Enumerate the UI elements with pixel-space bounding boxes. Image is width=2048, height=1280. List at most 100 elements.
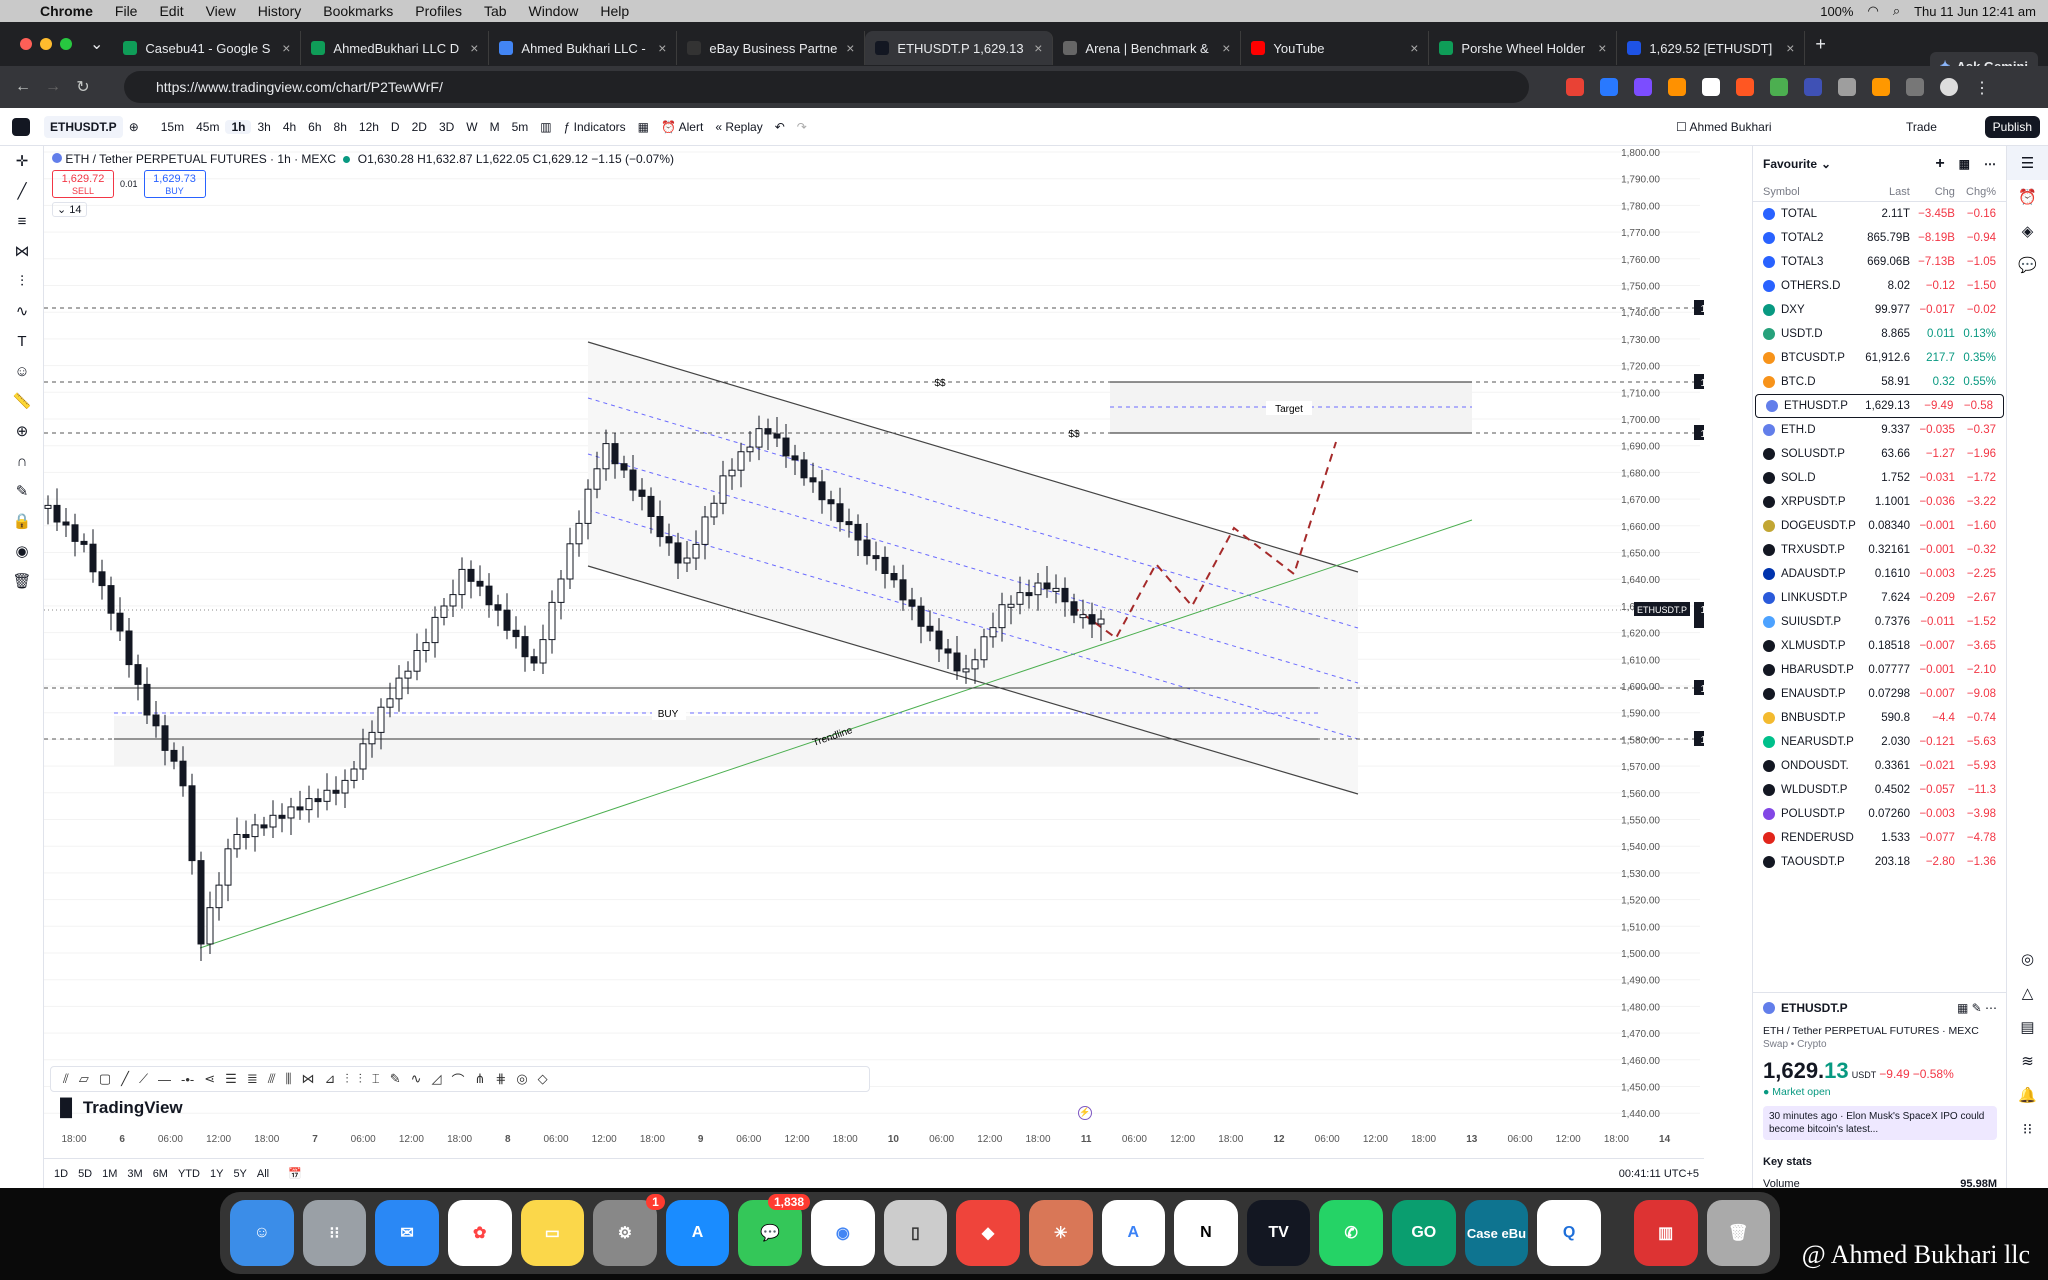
date-range-icon[interactable]: 📅 <box>283 1167 307 1180</box>
close-tab-icon[interactable]: × <box>1786 40 1794 56</box>
drawing-tool-icon[interactable]: ⫼ <box>285 1071 291 1087</box>
watchlist-row[interactable]: NEARUSDT.P 2.030 −0.121 −5.63 <box>1753 730 2006 754</box>
puzzle-icon[interactable] <box>1906 78 1924 96</box>
watchlist-row[interactable]: USDT.D 8.865 0.011 0.13% <box>1753 322 2006 346</box>
range-5D[interactable]: 5D <box>73 1168 97 1180</box>
forward-icon[interactable]: → <box>38 78 68 96</box>
layouts-icon[interactable]: ▦ <box>632 120 655 134</box>
iphone-mirroring-icon[interactable]: ▯ <box>883 1200 948 1266</box>
range-1D[interactable]: 1D <box>49 1168 73 1180</box>
range-YTD[interactable]: YTD <box>173 1168 205 1180</box>
whatsapp-icon[interactable]: ✆ <box>1319 1200 1383 1266</box>
range-1M[interactable]: 1M <box>97 1168 122 1180</box>
drawing-tool-icon[interactable]: ╱ <box>121 1071 129 1087</box>
tv-logo-icon[interactable] <box>12 118 30 136</box>
pattern-tool-icon[interactable]: ⋈ <box>0 236 44 266</box>
browser-tab[interactable]: Porshe Wheel Holder × <box>1429 31 1618 65</box>
browser-tab[interactable]: Casebu41 - Google S × <box>113 31 302 65</box>
browser-tab[interactable]: ETHUSDT.P 1,629.13 × <box>865 31 1054 65</box>
drawing-tool-icon[interactable]: ⋔ <box>475 1071 486 1087</box>
trade-button[interactable]: Trade <box>1900 120 1943 134</box>
alerts-icon[interactable]: ⏰ <box>2007 180 2048 214</box>
claude-icon[interactable]: ✳ <box>1028 1200 1093 1266</box>
drawing-tool-icon[interactable]: ⫽ <box>63 1071 69 1087</box>
interval-45m[interactable]: 45m <box>190 120 225 134</box>
drawing-tool-icon[interactable]: ◎ <box>516 1071 527 1087</box>
extension-icon[interactable] <box>1872 78 1890 96</box>
browser-tab[interactable]: Arena | Benchmark & × <box>1053 31 1242 65</box>
browser-tab[interactable]: 1,629.52 [ETHUSDT] × <box>1617 31 1806 65</box>
chrome-icon[interactable]: ◉ <box>811 1200 875 1266</box>
chart-area[interactable]: $$ $$ Target BUY Trendline 1,800.00 1,790… <box>44 146 1704 1150</box>
notion-icon[interactable]: N <box>1174 1200 1238 1266</box>
drawing-tool-icon[interactable]: ⋈ <box>301 1071 314 1087</box>
menu-edit[interactable]: Edit <box>148 3 194 19</box>
bookshelf-icon[interactable]: ▥ <box>1633 1200 1698 1266</box>
fib-tool-icon[interactable]: ≡ <box>0 206 44 236</box>
magnet-icon[interactable]: ∩ <box>0 446 44 476</box>
interval-2D[interactable]: 2D <box>406 120 433 134</box>
watchlist-row[interactable]: TOTAL2 865.79B −8.19B −0.94 <box>1753 226 2006 250</box>
watchlist-icon[interactable]: ☰ <box>2007 146 2048 180</box>
streams-icon[interactable]: ≋ <box>2007 1044 2048 1078</box>
user-menu[interactable]: ☐ Ahmed Bukhari <box>1670 120 1777 134</box>
messages-icon[interactable]: 💬 1,838 <box>738 1194 810 1266</box>
interval-15m[interactable]: 15m <box>155 120 190 134</box>
back-icon[interactable]: ← <box>8 78 38 96</box>
lock-icon[interactable]: 🔒 <box>0 506 44 536</box>
zoom-icon[interactable]: ⊕ <box>0 416 44 446</box>
interval-4h[interactable]: 4h <box>277 120 302 134</box>
menu-tab[interactable]: Tab <box>473 3 518 19</box>
range-1Y[interactable]: 1Y <box>205 1168 228 1180</box>
symbol-search[interactable]: ETHUSDT.P <box>44 115 123 138</box>
browser-tab[interactable]: Ahmed Bukhari LLC - × <box>489 31 678 65</box>
indicator-collapse[interactable]: ⌄ 14 <box>52 202 87 217</box>
extension-icon[interactable] <box>1600 78 1618 96</box>
buy-button[interactable]: 1,629.73 BUY <box>143 170 206 198</box>
emoji-tool-icon[interactable]: ☺ <box>0 356 44 386</box>
sell-button[interactable]: 1,629.72 SELL <box>52 170 114 198</box>
notes-icon[interactable]: ▭ <box>520 1200 585 1266</box>
datetime[interactable]: Thu 11 Jun 12:41 am <box>1914 4 2036 19</box>
extension-icon[interactable] <box>1804 78 1822 96</box>
watchlist-row[interactable]: ADAUSDT.P 0.1610 −0.003 −2.25 <box>1753 562 2006 586</box>
drawing-tool-icon[interactable]: ◿ <box>432 1071 442 1087</box>
interval-3h[interactable]: 3h <box>251 120 276 134</box>
drawing-tool-icon[interactable]: -•- <box>181 1072 194 1087</box>
extension-icon[interactable] <box>1736 78 1754 96</box>
menu-help[interactable]: Help <box>589 3 640 19</box>
crosshair-icon[interactable]: ✛ <box>0 146 44 176</box>
extension-icon[interactable] <box>1668 78 1686 96</box>
menu-view[interactable]: View <box>195 3 247 19</box>
minimize-window-icon[interactable] <box>40 38 52 50</box>
watchlist-row[interactable]: DOGEUSDT.P 0.08340 −0.001 −1.60 <box>1753 514 2006 538</box>
layers-icon[interactable]: ◈ <box>2007 214 2048 248</box>
news-item[interactable]: 30 minutes ago · Elon Musk's SpaceX IPO … <box>1763 1106 1997 1140</box>
close-tab-icon[interactable]: × <box>1410 40 1418 56</box>
watchlist-row[interactable]: TOTAL 2.11T −3.45B −0.16 <box>1753 202 2006 226</box>
watchlist-title[interactable]: Favourite <box>1763 157 1817 171</box>
drawing-tool-icon[interactable]: ⊿ <box>324 1071 335 1087</box>
legend-title[interactable]: ETH / Tether PERPETUAL FUTURES · 1h · ME… <box>65 152 336 166</box>
address-bar[interactable]: https://www.tradingview.com/chart/P2TewW… <box>124 71 1529 103</box>
range-6M[interactable]: 6M <box>148 1168 173 1180</box>
watchlist-row[interactable]: DXY 99.977 −0.017 −0.02 <box>1753 298 2006 322</box>
watchlist-layout-icon[interactable]: ▦ <box>1959 157 1970 171</box>
app-store-icon[interactable]: A <box>665 1200 730 1266</box>
col-symbol[interactable]: Symbol <box>1763 186 1865 198</box>
prediction-tool-icon[interactable]: ⫶ <box>0 266 44 296</box>
menu-window[interactable]: Window <box>518 3 590 19</box>
notification-icon[interactable]: 🔔 <box>2007 1078 2048 1112</box>
drawing-tool-icon[interactable]: ✎ <box>390 1071 401 1087</box>
drawing-tool-icon[interactable]: ⋕ <box>495 1071 506 1087</box>
watchlist-row[interactable]: ENAUSDT.P 0.07298 −0.007 −9.08 <box>1753 682 2006 706</box>
close-tab-icon[interactable]: × <box>470 40 478 56</box>
close-tab-icon[interactable]: × <box>1222 40 1230 56</box>
clock[interactable]: 00:41:11 UTC+5 <box>1614 1168 1704 1180</box>
range-3M[interactable]: 3M <box>122 1168 147 1180</box>
lock-pen-icon[interactable]: ✎ <box>0 476 44 506</box>
publish-button[interactable]: Publish <box>1984 116 2040 138</box>
tradingview-icon[interactable]: TV <box>1246 1200 1311 1266</box>
new-tab-button[interactable]: + <box>1815 34 1826 55</box>
interval-M[interactable]: M <box>484 120 506 134</box>
